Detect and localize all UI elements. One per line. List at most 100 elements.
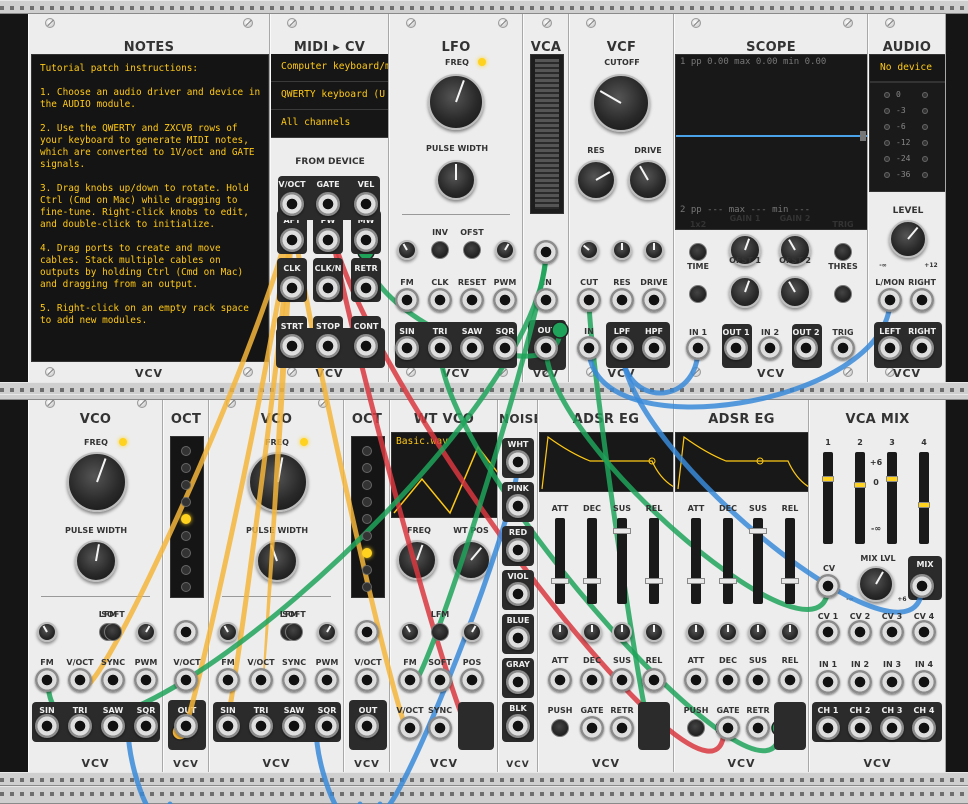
lfo-saw-output[interactable] [460, 336, 484, 360]
oct2-cv-port[interactable] [355, 620, 379, 644]
scope-time-button[interactable] [689, 285, 707, 303]
lfo-pwm-input[interactable] [493, 288, 517, 312]
vco2-fm-input[interactable] [216, 668, 240, 692]
pulse-width-knob[interactable] [436, 160, 476, 200]
vcamix-fader-3[interactable] [886, 452, 898, 544]
vcamix-fader-1[interactable] [822, 452, 834, 544]
vcamix-cv-port[interactable] [816, 574, 840, 598]
audio-right-port[interactable] [910, 288, 934, 312]
vco2-soft-switch[interactable] [285, 623, 303, 641]
vcf-res-input[interactable] [610, 288, 634, 312]
vcamix-fader-4[interactable] [918, 452, 930, 544]
adsr2-rel-slider[interactable] [781, 518, 799, 604]
res-knob[interactable] [576, 160, 616, 200]
vco1-fm-input[interactable] [35, 668, 59, 692]
vcamix-in-4-port[interactable] [912, 670, 936, 694]
oct2-vo-port[interactable] [355, 668, 379, 692]
vcamix-ch-1-port[interactable] [816, 716, 840, 740]
vcf-drive-atten[interactable] [644, 240, 664, 260]
vcamix-ch-4-port[interactable] [912, 716, 936, 740]
vco2-saw-output[interactable] [282, 714, 306, 738]
noise-wht-output[interactable] [506, 450, 530, 474]
vcamix-in-3-port[interactable] [880, 670, 904, 694]
midi-channel-select[interactable]: All channels [271, 110, 388, 138]
noise-pink-output[interactable] [506, 494, 530, 518]
midi-pw-port[interactable] [316, 228, 340, 252]
vco2-fm-atten[interactable] [218, 622, 238, 642]
scope-in-1-port[interactable] [686, 336, 710, 360]
adsr1-dec-cv-knob[interactable] [582, 622, 602, 642]
adsr2-att-cv-port[interactable] [684, 668, 708, 692]
vco2-sqr-output[interactable] [315, 714, 339, 738]
adsr2-dec-slider[interactable] [719, 518, 737, 604]
adsr1-att-slider[interactable] [551, 518, 569, 604]
cutoff-knob[interactable] [592, 74, 650, 132]
adsr1-retr-port[interactable] [610, 716, 634, 740]
adsr1-rel-slider[interactable] [645, 518, 663, 604]
adsr2-retr-port[interactable] [746, 716, 770, 740]
noise-blk-output[interactable] [506, 714, 530, 738]
vcamix-cv-2-port[interactable] [848, 620, 872, 644]
audio-left-out-port[interactable] [878, 336, 902, 360]
noise-blue-output[interactable] [506, 626, 530, 650]
vco1-pwm-atten[interactable] [136, 622, 156, 642]
vcamix-in-1-port[interactable] [816, 670, 840, 694]
adsr2-sus-slider[interactable] [749, 518, 767, 604]
wt-pos-knob[interactable] [451, 540, 491, 580]
vco1-sync-input[interactable] [101, 668, 125, 692]
midi-cont-port[interactable] [354, 334, 378, 358]
vcamix-fader-2[interactable] [854, 452, 866, 544]
adsr1-gate-port[interactable] [580, 716, 604, 740]
wt-v-oct-port[interactable] [398, 716, 422, 740]
vca-cv-port[interactable] [534, 240, 558, 264]
wt-pos-atten[interactable] [462, 622, 482, 642]
adsr1-dec-cv-port[interactable] [580, 668, 604, 692]
lfo-sin-output[interactable] [395, 336, 419, 360]
lfo-pwm-knob[interactable] [495, 240, 515, 260]
scope-in-2-port[interactable] [758, 336, 782, 360]
vco1-soft-switch[interactable] [104, 623, 122, 641]
midi-vel-port[interactable] [354, 192, 378, 216]
vcf-res-atten[interactable] [612, 240, 632, 260]
scope-out-1-port[interactable] [724, 336, 748, 360]
noise-viol-output[interactable] [506, 582, 530, 606]
vco1-sin-output[interactable] [35, 714, 59, 738]
scope-trig-port[interactable] [831, 336, 855, 360]
adsr2-att-slider[interactable] [687, 518, 705, 604]
midi-clk-n-port[interactable] [316, 276, 340, 300]
scope-ofst-1-knob[interactable] [729, 276, 761, 308]
vco1-tri-output[interactable] [68, 714, 92, 738]
freq-knob[interactable] [248, 452, 308, 512]
adsr1-sus-cv-port[interactable] [610, 668, 634, 692]
midi-clk-port[interactable] [280, 276, 304, 300]
midi-v-oct-port[interactable] [280, 192, 304, 216]
scope-ofst-2-knob[interactable] [779, 276, 811, 308]
scope-trig-button[interactable] [834, 243, 852, 261]
vco1-sqr-output[interactable] [134, 714, 158, 738]
wt-sync-port[interactable] [428, 716, 452, 740]
oct2-out-port[interactable] [355, 714, 379, 738]
lfo-fm-knob[interactable] [397, 240, 417, 260]
vcamix-cv-1-port[interactable] [816, 620, 840, 644]
adsr2-push-button[interactable] [687, 719, 705, 737]
vcamix-ch-3-port[interactable] [880, 716, 904, 740]
vcamix-mix-port[interactable] [910, 574, 934, 598]
vcamix-ch-2-port[interactable] [848, 716, 872, 740]
midi-aft-port[interactable] [280, 228, 304, 252]
pulse-width-knob[interactable] [256, 540, 298, 582]
adsr1-sus-slider[interactable] [613, 518, 631, 604]
midi-driver-select[interactable]: Computer keyboard/m [271, 54, 388, 82]
vco2-pwm-atten[interactable] [317, 622, 337, 642]
lfo-ofst-button[interactable] [463, 241, 481, 259]
adsr2-sus-cv-knob[interactable] [748, 622, 768, 642]
adsr1-rel-cv-port[interactable] [642, 668, 666, 692]
midi-gate-port[interactable] [316, 192, 340, 216]
vco2-sin-output[interactable] [216, 714, 240, 738]
noise-red-output[interactable] [506, 538, 530, 562]
freq-knob[interactable] [67, 452, 127, 512]
lfo-fm-input[interactable] [395, 288, 419, 312]
vco2-v-oct-input[interactable] [249, 668, 273, 692]
oct1-out-port[interactable] [174, 714, 198, 738]
vco2-pwm-input[interactable] [315, 668, 339, 692]
midi-strt-port[interactable] [280, 334, 304, 358]
